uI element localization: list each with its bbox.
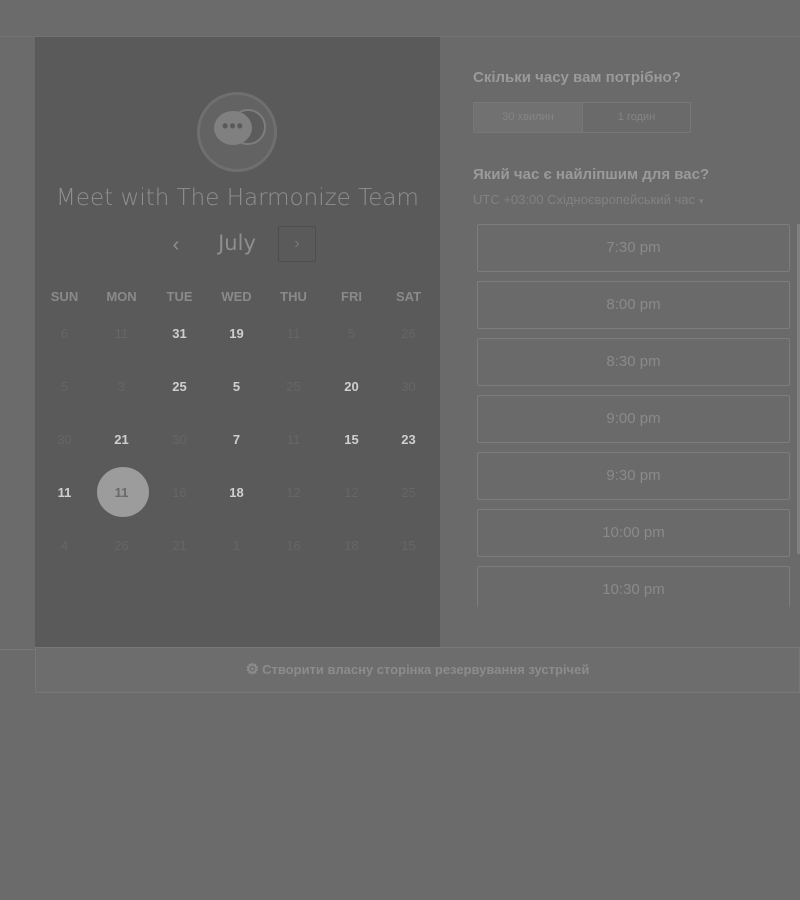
create-booking-page-link[interactable]: ⚙ Створити власну сторінка резервування з… [35, 647, 800, 693]
time-slot-button[interactable]: 9:30 pm [477, 452, 790, 500]
calendar-day: 4 [60, 538, 69, 553]
booking-card: ••• Meet with The Harmonize Team ‹ July … [35, 37, 800, 647]
calendar-day: 11 [114, 326, 129, 341]
calendar-day: 30 [172, 432, 187, 447]
time-slot-button[interactable]: 8:30 pm [477, 338, 790, 386]
duration-question: Скільки часу вам потрібно? [473, 69, 681, 86]
calendar-day: 3 [117, 379, 126, 394]
calendar-day[interactable]: 5 [208, 379, 265, 394]
calendar-day[interactable]: 23 [380, 432, 437, 447]
calendar-day[interactable]: 15 [323, 432, 380, 447]
calendar-day[interactable]: 20 [323, 379, 380, 394]
duration-30min-button[interactable]: 30 хвилин [474, 103, 583, 132]
sprocket-icon: ⚙ [245, 661, 260, 678]
calendar-day: 25 [286, 379, 301, 394]
calendar-day[interactable]: 31 [151, 326, 208, 341]
calendar-day: 26 [401, 326, 416, 341]
weekday-label: SAT [395, 289, 422, 304]
calendar-day: 26 [114, 538, 129, 553]
calendar-day: 21 [172, 538, 187, 553]
calendar-day: 30 [57, 432, 72, 447]
calendar-day: 18 [344, 538, 359, 553]
weekday-header: SUN MON TUE WED THU FRI SAT [35, 289, 440, 307]
calendar-day: 16 [172, 485, 187, 500]
calendar-day: 12 [286, 485, 301, 500]
calendar-day: 11 [286, 432, 301, 447]
calendar-day[interactable]: 21 [93, 432, 150, 447]
calendar-day: 12 [344, 485, 359, 500]
duration-1hour-button[interactable]: 1 годин [583, 103, 690, 132]
calendar-day[interactable]: 25 [151, 379, 208, 394]
next-month-button[interactable]: › [278, 226, 316, 262]
month-label: July [218, 231, 256, 255]
calendar-day: 11 [286, 326, 301, 341]
weekday-label: THU [280, 289, 307, 304]
calendar-day: 30 [401, 379, 416, 394]
divider [0, 649, 35, 650]
calendar-day: 25 [401, 485, 416, 500]
prev-month-button[interactable]: ‹ [163, 233, 189, 259]
calendar-day[interactable]: 11 [36, 485, 93, 500]
dots-icon: ••• [222, 116, 244, 136]
time-slot-button[interactable]: 8:00 pm [477, 281, 790, 329]
chat-bubbles-icon: ••• [197, 92, 277, 172]
footer-label: Створити власну сторінка резервування зу… [262, 662, 590, 677]
top-strip [0, 0, 800, 37]
weekday-label: WED [221, 289, 252, 304]
calendar-day: 16 [286, 538, 301, 553]
calendar-panel: ••• Meet with The Harmonize Team ‹ July … [35, 37, 440, 647]
weekday-label: SUN [50, 289, 79, 304]
calendar-day: 1 [232, 538, 241, 553]
month-navigation: ‹ July › [35, 225, 440, 265]
time-slot-list: 7:30 pm 8:00 pm 8:30 pm 9:00 pm 9:30 pm 10:00… [477, 224, 790, 607]
calendar-day: 6 [60, 326, 69, 341]
selected-day[interactable]: 11 [93, 485, 150, 500]
calendar-day: 5 [60, 379, 69, 394]
meeting-title: Meet with The Harmonize Team [56, 185, 419, 211]
calendar-day[interactable]: 19 [208, 326, 265, 341]
duration-selector: 30 хвилин 1 годин [473, 102, 691, 133]
calendar-day[interactable]: 7 [208, 432, 265, 447]
calendar-day: 15 [401, 538, 416, 553]
time-slot-button[interactable]: 7:30 pm [477, 224, 790, 272]
weekday-label: MON [106, 289, 137, 304]
calendar-day[interactable]: 18 [208, 485, 265, 500]
time-slot-button[interactable]: 9:00 pm [477, 395, 790, 443]
time-slot-button[interactable]: 10:30 pm [477, 566, 790, 607]
chevron-down-icon: ▾ [698, 196, 704, 206]
timezone-label: UTC +03:00 Східноєвропейський час [473, 192, 695, 207]
time-question: Який час є найліпшим для вас? [473, 166, 710, 183]
time-panel: Скільки часу вам потрібно? 30 хвилин 1 г… [440, 37, 800, 647]
weekday-label: TUE [166, 289, 193, 304]
timezone-dropdown[interactable]: UTC +03:00 Східноєвропейський час ▾ [473, 192, 704, 207]
time-slot-button[interactable]: 10:00 pm [477, 509, 790, 557]
calendar-day: 5 [347, 326, 356, 341]
weekday-label: FRI [341, 289, 362, 304]
